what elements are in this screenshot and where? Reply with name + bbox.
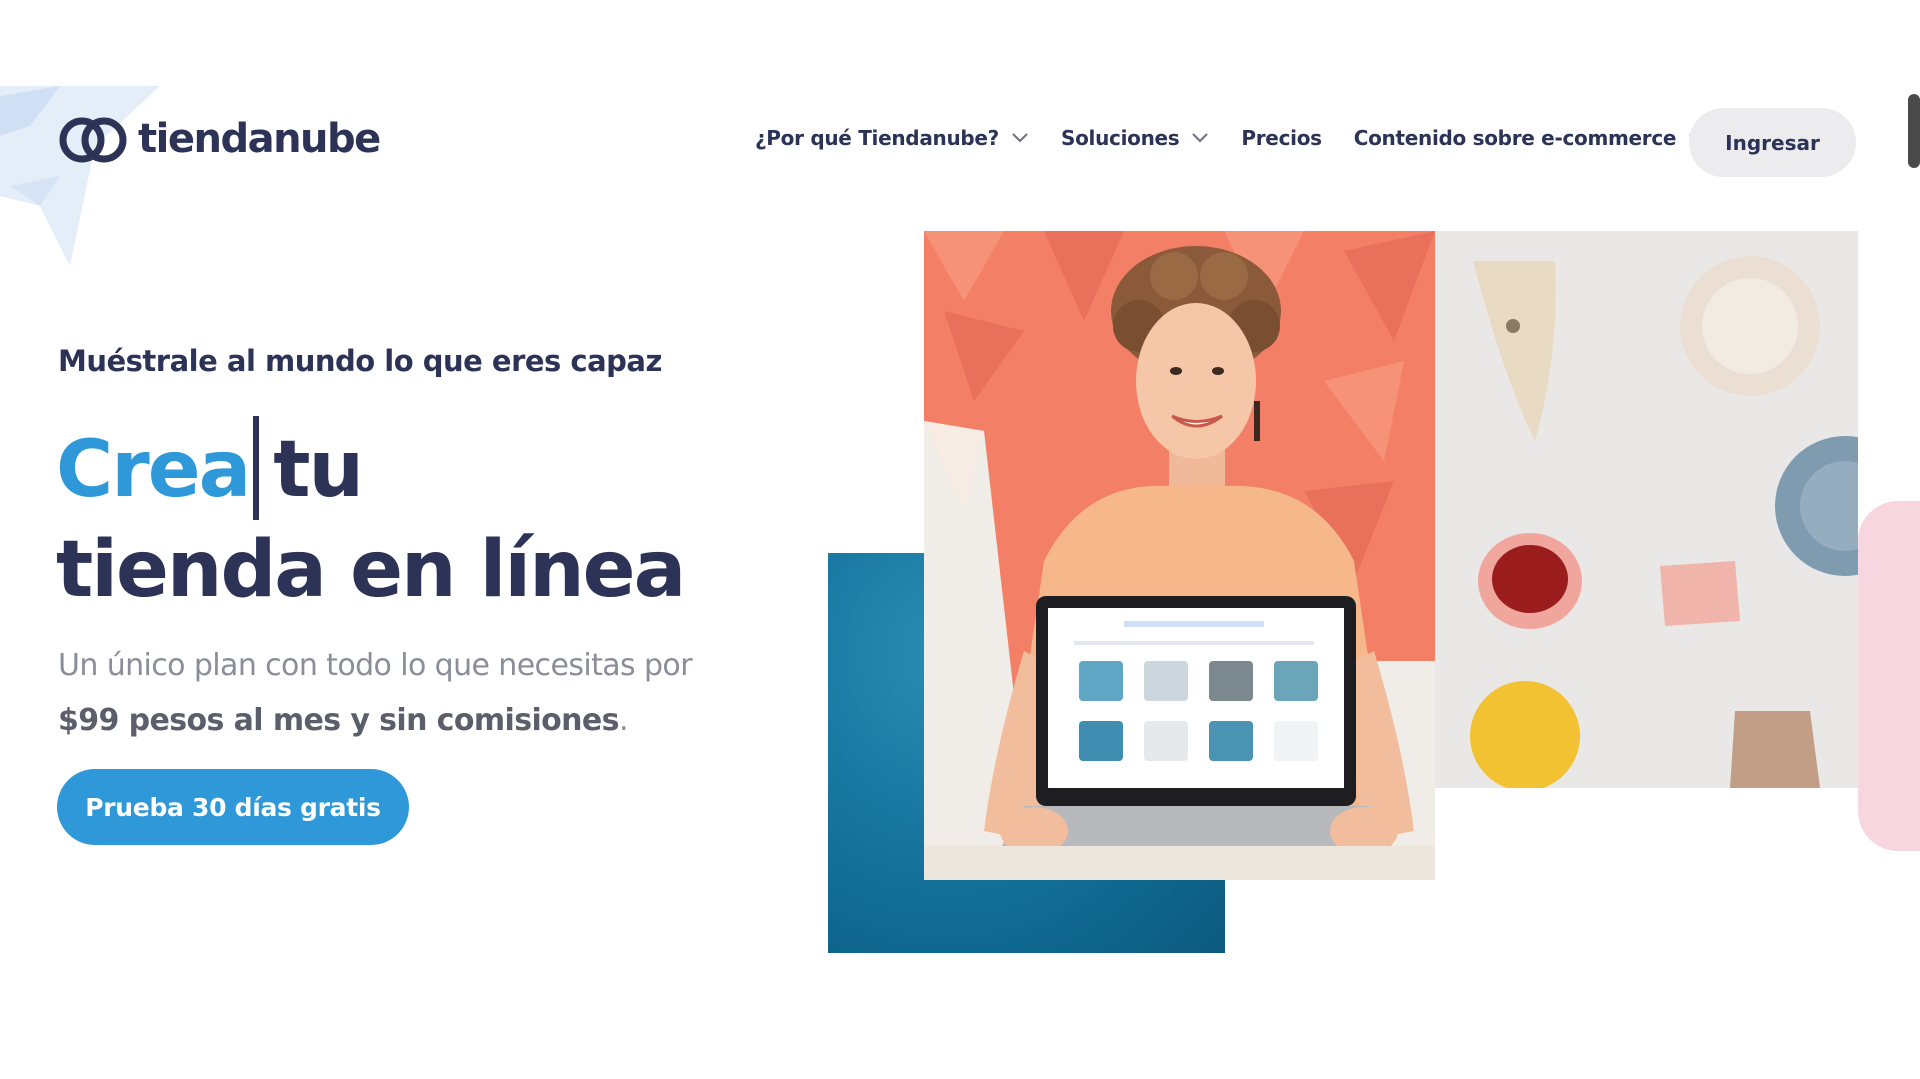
woman-with-laptop-photo	[924, 231, 1435, 880]
ceramics-photo	[1435, 231, 1858, 788]
subtext-price: $99 pesos al mes y sin comisiones	[58, 703, 620, 738]
main-nav: ¿Por qué Tiendanube? Soluciones Precios …	[755, 108, 1738, 168]
nav-item-label: Contenido sobre e-commerce	[1353, 126, 1677, 150]
free-trial-button[interactable]: Prueba 30 días gratis	[57, 769, 409, 845]
landing-page: tiendanube ¿Por qué Tiendanube? Solucion…	[0, 86, 1920, 991]
browser-viewport: tiendanube ¿Por qué Tiendanube? Solucion…	[0, 0, 1920, 1079]
subtext-end: .	[618, 703, 629, 738]
nav-item-why-tiendanube[interactable]: ¿Por qué Tiendanube?	[755, 126, 1029, 150]
hero-eyebrow: Muéstrale al mundo lo que eres capaz	[58, 344, 662, 378]
nav-item-label: Soluciones	[1060, 126, 1180, 150]
headline-typed-word: Crea	[56, 425, 251, 515]
typing-caret	[253, 416, 260, 520]
nav-item-label: ¿Por qué Tiendanube?	[755, 126, 999, 150]
nav-item-pricing[interactable]: Precios	[1241, 126, 1322, 150]
hero-headline: Crea tu tienda en línea	[56, 416, 686, 620]
chevron-down-icon	[1012, 133, 1028, 143]
scrollbar-thumb[interactable]	[1908, 94, 1920, 168]
hero-subtext: Un único plan con todo lo que necesitas …	[58, 638, 778, 748]
decorative-pink-shape	[1858, 501, 1920, 851]
tiendanube-logo[interactable]: tiendanube	[58, 113, 381, 165]
login-button[interactable]: Ingresar	[1689, 108, 1856, 177]
nav-item-solutions[interactable]: Soluciones	[1061, 126, 1209, 150]
subtext-line1: Un único plan con todo lo que necesitas …	[58, 648, 693, 683]
nav-item-ecommerce-content[interactable]: Contenido sobre e-commerce	[1354, 126, 1706, 150]
tiendanube-logo-icon	[59, 117, 127, 163]
chevron-down-icon	[1192, 133, 1209, 143]
headline-line2: tienda en línea	[56, 525, 686, 615]
nav-item-label: Precios	[1241, 126, 1322, 150]
logo-wordmark: tiendanube	[138, 116, 381, 162]
headline-line1-rest: tu	[273, 425, 364, 515]
